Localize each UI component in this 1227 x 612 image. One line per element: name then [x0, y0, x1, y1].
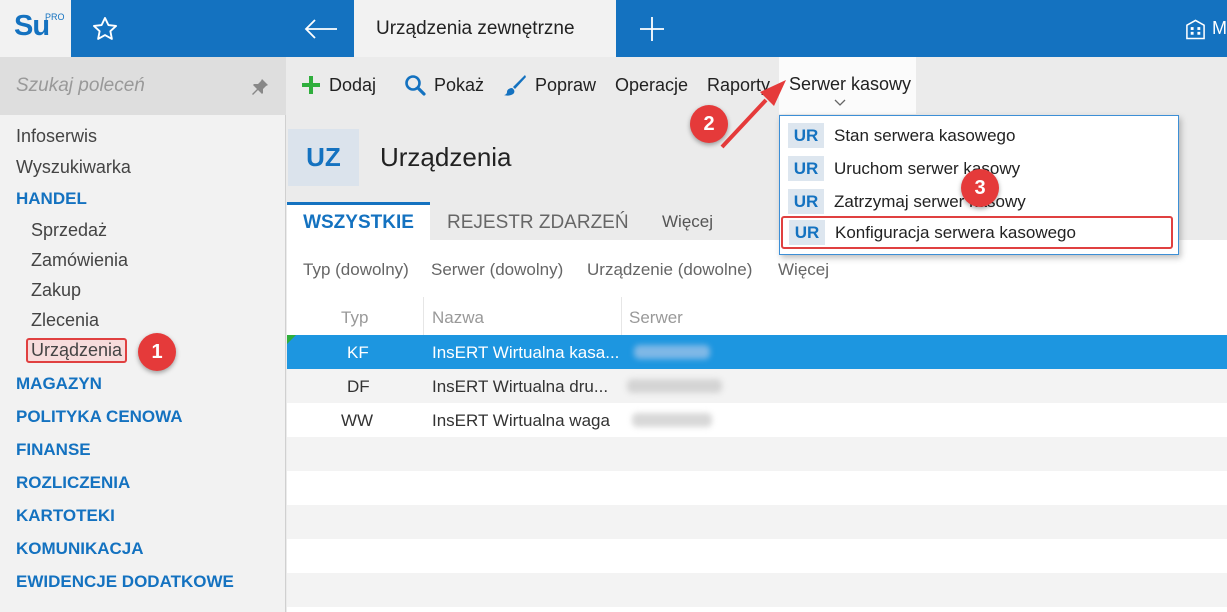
brush-icon — [504, 75, 526, 96]
cell-typ: DF — [347, 377, 370, 396]
add-label: Dodaj — [329, 74, 377, 95]
annotation-badge-3: 3 — [961, 169, 999, 207]
cash-server-button[interactable]: Serwer kasowy — [779, 57, 916, 114]
column-header-nazwa[interactable]: Nazwa — [432, 308, 484, 328]
table-row[interactable]: DF InsERT Wirtualna dru... — [287, 369, 1227, 403]
logo-text: Su — [14, 10, 50, 42]
menu-item-badge: UR — [789, 220, 825, 245]
company-label: M — [1212, 18, 1227, 38]
favorites-button[interactable] — [71, 0, 139, 57]
star-icon — [92, 16, 118, 40]
filter-serwer[interactable]: Serwer (dowolny) — [431, 260, 563, 280]
menu-item-label: Stan serwera kasowego — [834, 126, 1016, 145]
plus-icon — [302, 76, 320, 94]
grid-header: Typ Nazwa Serwer — [287, 297, 1227, 335]
page-title: Urządzenia — [380, 142, 512, 172]
empty-row — [287, 505, 1227, 539]
tab-rejestr-zdarzen[interactable]: REJESTR ZDARZEŃ — [447, 212, 629, 234]
column-header-serwer[interactable]: Serwer — [629, 308, 683, 328]
command-search-input[interactable] — [16, 75, 236, 97]
edit-button[interactable]: Popraw — [503, 73, 596, 97]
menu-item-label: Konfiguracja serwera kasowego — [835, 223, 1076, 242]
cell-typ: KF — [347, 343, 369, 362]
back-button[interactable] — [287, 0, 354, 57]
menu-item-stan-serwera[interactable]: UR Stan serwera kasowego — [780, 119, 1180, 152]
reports-button[interactable]: Raporty — [707, 73, 770, 97]
filter-more[interactable]: Więcej — [778, 260, 829, 280]
column-header-typ[interactable]: Typ — [341, 308, 368, 328]
cell-typ: WW — [341, 411, 374, 430]
pin-icon[interactable] — [250, 77, 270, 97]
arrow-left-icon — [304, 18, 337, 39]
toolbar: Dodaj Pokaż Popraw Operacje Raporty Serw… — [287, 57, 1227, 114]
menu-item-konfiguracja-serwera[interactable]: UR Konfiguracja serwera kasowego — [781, 216, 1173, 249]
plus-icon — [640, 16, 664, 41]
operations-button[interactable]: Operacje — [615, 73, 688, 97]
sidebar-section-rozliczenia[interactable]: ROZLICZENIA — [16, 473, 130, 493]
sidebar: Infoserwis Wyszukiwarka HANDEL Sprzedaż … — [0, 57, 286, 612]
sidebar-section-magazyn[interactable]: MAGAZYN — [16, 374, 102, 394]
new-tab-button[interactable] — [616, 0, 688, 57]
sidebar-section-komunikacja[interactable]: KOMUNIKACJA — [16, 539, 144, 559]
module-badge: UZ — [288, 129, 359, 186]
sidebar-section-kartoteki[interactable]: KARTOTEKI — [16, 506, 115, 526]
add-button[interactable]: Dodaj — [301, 73, 376, 97]
column-divider — [621, 297, 622, 335]
company-button[interactable]: M — [1185, 0, 1227, 57]
annotation-badge-1: 1 — [138, 333, 176, 371]
menu-item-badge: UR — [788, 189, 824, 214]
sidebar-item-zamowienia[interactable]: Zamówienia — [31, 250, 128, 271]
empty-row — [287, 437, 1227, 471]
table-row[interactable]: KF InsERT Wirtualna kasa... — [287, 335, 1227, 369]
cell-nazwa: InsERT Wirtualna waga — [432, 411, 610, 430]
cell-serwer-redacted — [627, 379, 722, 393]
empty-row — [287, 539, 1227, 573]
sidebar-section-handel[interactable]: HANDEL — [16, 189, 87, 209]
reports-label: Raporty — [707, 74, 771, 95]
logo-superscript: PRO — [45, 12, 65, 22]
cell-nazwa: InsERT Wirtualna dru... — [432, 377, 609, 396]
menu-item-badge: UR — [788, 123, 824, 148]
tab-more[interactable]: Więcej — [662, 212, 713, 232]
filter-urzadzenie[interactable]: Urządzenie (dowolne) — [587, 260, 752, 280]
row-marker — [287, 335, 296, 344]
empty-row — [287, 573, 1227, 607]
building-icon — [1186, 19, 1205, 39]
sidebar-section-polityka-cenowa[interactable]: POLITYKA CENOWA — [16, 407, 183, 427]
tab-wszystkie[interactable]: WSZYSTKIE — [287, 202, 430, 240]
devices-grid: Typ Nazwa Serwer KF InsERT Wirtualna kas… — [287, 297, 1227, 612]
search-icon — [405, 75, 426, 96]
show-label: Pokaż — [434, 74, 485, 95]
top-bar: Su PRO Urządzenia zewnętrzne M — [0, 0, 1227, 57]
sidebar-item-wyszukiwarka[interactable]: Wyszukiwarka — [16, 157, 131, 178]
cell-nazwa: InsERT Wirtualna kasa... — [432, 343, 620, 362]
operations-label: Operacje — [615, 74, 689, 95]
app-logo[interactable]: Su PRO — [0, 0, 71, 57]
column-divider — [423, 297, 424, 335]
sidebar-section-ewidencje-dodatkowe[interactable]: EWIDENCJE DODATKOWE — [16, 572, 234, 592]
sidebar-section-finanse[interactable]: FINANSE — [16, 440, 91, 460]
empty-row — [287, 471, 1227, 505]
edit-label: Popraw — [535, 74, 597, 95]
show-button[interactable]: Pokaż — [404, 73, 484, 97]
sidebar-item-zakup[interactable]: Zakup — [31, 280, 81, 301]
sidebar-item-sprzedaz[interactable]: Sprzedaż — [31, 220, 107, 241]
tab-label: Urządzenia zewnętrzne — [376, 17, 575, 39]
command-search — [0, 57, 286, 115]
tab-urzadzenia-zewnetrzne[interactable]: Urządzenia zewnętrzne — [354, 0, 616, 57]
cell-serwer-redacted — [632, 413, 712, 427]
sidebar-item-infoserwis[interactable]: Infoserwis — [16, 126, 97, 147]
table-row[interactable]: WW InsERT Wirtualna waga — [287, 403, 1227, 437]
cash-server-label: Serwer kasowy — [789, 74, 912, 94]
sidebar-item-zlecenia[interactable]: Zlecenia — [31, 310, 99, 331]
sidebar-item-urzadzenia[interactable]: Urządzenia — [26, 338, 128, 363]
annotation-badge-2: 2 — [690, 105, 728, 143]
chevron-down-icon — [834, 99, 846, 106]
cell-serwer-redacted — [634, 345, 710, 359]
filter-typ[interactable]: Typ (dowolny) — [303, 260, 409, 280]
menu-item-badge: UR — [788, 156, 824, 181]
